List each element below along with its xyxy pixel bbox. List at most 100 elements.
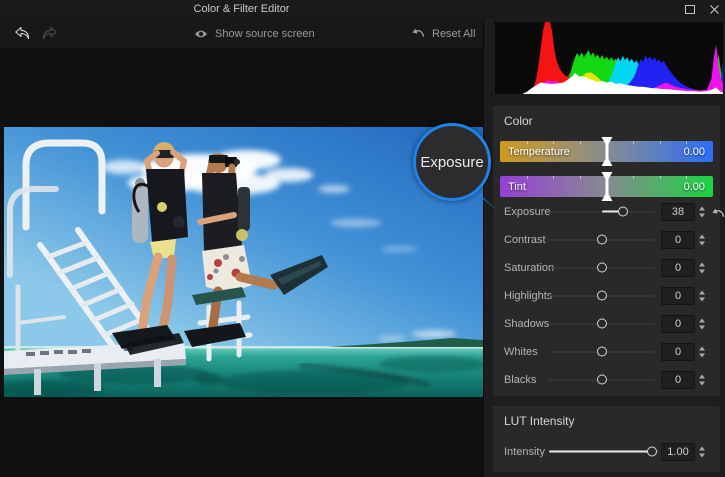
color-section: Color Temperature 0.00 Tint 0.00 Exposur… bbox=[493, 106, 720, 396]
shadows-value-box[interactable]: 0 bbox=[661, 315, 695, 333]
preview-photo bbox=[4, 127, 483, 397]
color-filter-editor-window: Color & Filter Editor Show source screen… bbox=[0, 0, 725, 477]
tint-value: 0.00 bbox=[684, 181, 705, 193]
contrast-increment-button[interactable] bbox=[699, 235, 705, 239]
slider-tick bbox=[660, 141, 661, 144]
temperature-slider[interactable]: Temperature 0.00 bbox=[500, 141, 713, 162]
exposure-increment-button[interactable] bbox=[699, 207, 705, 211]
highlights-value: 0 bbox=[675, 290, 681, 302]
exposure-decrement-button[interactable] bbox=[699, 214, 705, 218]
slider-row-exposure: Exposure 38 bbox=[493, 198, 720, 226]
blacks-slider-label: Blacks bbox=[504, 374, 536, 386]
intensity-slider-track[interactable] bbox=[549, 447, 659, 458]
exposure-reset-icon bbox=[712, 208, 725, 219]
toolbar: Show source screen Reset All bbox=[0, 19, 483, 48]
whites-slider-track[interactable] bbox=[549, 347, 655, 358]
whites-stepper bbox=[699, 347, 705, 358]
intensity-value-box[interactable]: 1.00 bbox=[661, 443, 695, 461]
close-icon bbox=[710, 5, 719, 14]
intensity-value: 1.00 bbox=[667, 446, 688, 458]
slider-row-contrast: Contrast0 bbox=[493, 226, 720, 254]
slider-tick bbox=[580, 176, 581, 179]
highlights-slider-track[interactable] bbox=[549, 291, 655, 302]
whites-value: 0 bbox=[675, 346, 681, 358]
shadows-slider-handle[interactable] bbox=[597, 319, 607, 329]
saturation-slider-label: Saturation bbox=[504, 262, 554, 274]
redo-button[interactable] bbox=[40, 25, 58, 41]
titlebar: Color & Filter Editor bbox=[0, 0, 725, 19]
slider-tick bbox=[633, 141, 634, 144]
exposure-callout: Exposure bbox=[413, 123, 491, 201]
whites-slider-handle[interactable] bbox=[597, 347, 607, 357]
show-source-button[interactable]: Show source screen bbox=[194, 19, 315, 48]
highlights-increment-button[interactable] bbox=[699, 291, 705, 295]
undo-button[interactable] bbox=[13, 25, 31, 41]
maximize-button[interactable] bbox=[683, 3, 697, 17]
lut-section: LUT Intensity Intensity 1.00 bbox=[493, 406, 720, 472]
shadows-slider-label: Shadows bbox=[504, 318, 549, 330]
tint-slider[interactable]: Tint 0.00 bbox=[500, 176, 713, 197]
exposure-slider-track[interactable] bbox=[549, 207, 655, 218]
slider-tick bbox=[553, 141, 554, 144]
reset-all-icon bbox=[412, 28, 425, 39]
exposure-slider-label: Exposure bbox=[504, 206, 550, 218]
contrast-decrement-button[interactable] bbox=[699, 242, 705, 246]
slider-tick bbox=[633, 176, 634, 179]
saturation-value: 0 bbox=[675, 262, 681, 274]
shadows-decrement-button[interactable] bbox=[699, 326, 705, 330]
contrast-slider-handle[interactable] bbox=[597, 235, 607, 245]
lut-section-title: LUT Intensity bbox=[504, 414, 574, 428]
reset-all-button[interactable]: Reset All bbox=[412, 19, 475, 48]
slider-row-whites: Whites 0 bbox=[493, 338, 720, 366]
whites-decrement-button[interactable] bbox=[699, 354, 705, 358]
intensity-increment-button[interactable] bbox=[699, 447, 705, 451]
whites-slider-label: Whites bbox=[504, 346, 538, 358]
saturation-value-box[interactable]: 0 bbox=[661, 259, 695, 277]
saturation-slider-track[interactable] bbox=[549, 263, 655, 274]
intensity-stepper bbox=[699, 447, 705, 458]
blacks-value-box[interactable]: 0 bbox=[661, 371, 695, 389]
slider-row-highlights: Highlights 0 bbox=[493, 282, 720, 310]
highlights-stepper bbox=[699, 291, 705, 302]
exposure-value-box[interactable]: 38 bbox=[661, 203, 695, 221]
exposure-value: 38 bbox=[672, 206, 684, 218]
slider-tick bbox=[607, 141, 608, 144]
saturation-increment-button[interactable] bbox=[699, 263, 705, 267]
window-controls bbox=[683, 0, 721, 19]
highlights-slider-handle[interactable] bbox=[597, 291, 607, 301]
slider-tick bbox=[527, 176, 528, 179]
saturation-decrement-button[interactable] bbox=[699, 270, 705, 274]
eye-icon bbox=[194, 29, 208, 39]
close-button[interactable] bbox=[707, 3, 721, 17]
shadows-slider-track[interactable] bbox=[549, 319, 655, 330]
preview-area bbox=[0, 48, 483, 477]
slider-tick bbox=[553, 176, 554, 179]
blacks-increment-button[interactable] bbox=[699, 375, 705, 379]
slider-row-shadows: Shadows 0 bbox=[493, 310, 720, 338]
highlights-decrement-button[interactable] bbox=[699, 298, 705, 302]
window-title: Color & Filter Editor bbox=[0, 0, 483, 19]
blacks-value: 0 bbox=[675, 374, 681, 386]
intensity-slider-handle[interactable] bbox=[647, 447, 657, 457]
tint-label: Tint bbox=[508, 181, 526, 193]
slider-tick bbox=[660, 176, 661, 179]
slider-tick bbox=[580, 141, 581, 144]
blacks-slider-handle[interactable] bbox=[597, 375, 607, 385]
intensity-decrement-button[interactable] bbox=[699, 454, 705, 458]
highlights-value-box[interactable]: 0 bbox=[661, 287, 695, 305]
saturation-slider-handle[interactable] bbox=[597, 263, 607, 273]
shadows-increment-button[interactable] bbox=[699, 319, 705, 323]
blacks-slider-track[interactable] bbox=[549, 375, 655, 386]
slider-tick bbox=[607, 176, 608, 179]
contrast-slider-track[interactable] bbox=[549, 235, 655, 246]
whites-value-box[interactable]: 0 bbox=[661, 343, 695, 361]
whites-increment-button[interactable] bbox=[699, 347, 705, 351]
exposure-slider-handle[interactable] bbox=[618, 207, 628, 217]
highlights-slider-label: Highlights bbox=[504, 290, 552, 302]
contrast-value-box[interactable]: 0 bbox=[661, 231, 695, 249]
temperature-value: 0.00 bbox=[684, 146, 705, 158]
saturation-stepper bbox=[699, 263, 705, 274]
exposure-reset-button[interactable] bbox=[712, 206, 725, 218]
slider-row-blacks: Blacks 0 bbox=[493, 366, 720, 394]
blacks-decrement-button[interactable] bbox=[699, 382, 705, 386]
